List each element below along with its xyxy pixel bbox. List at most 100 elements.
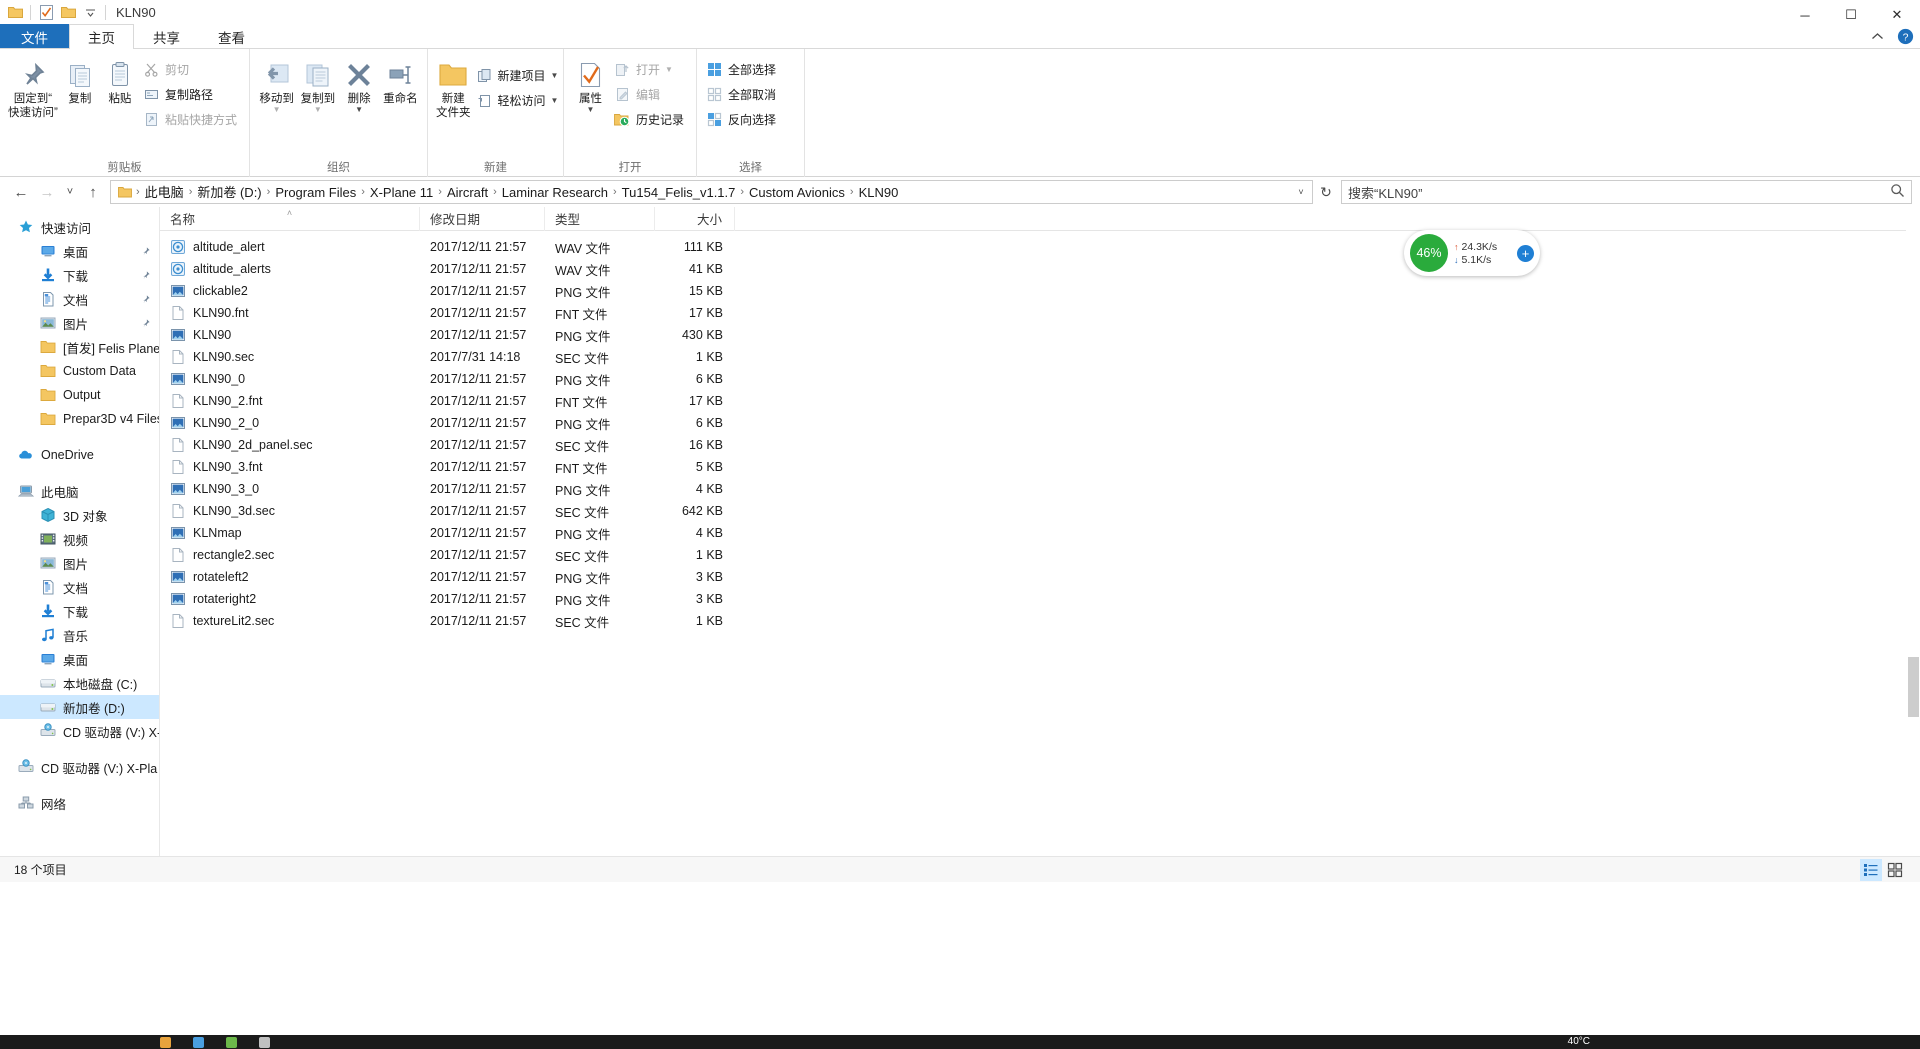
new-item-caret-icon[interactable]: ▼ bbox=[551, 71, 559, 80]
table-row[interactable]: altitude_alert 2017/12/11 21:57 WAV 文件 111 … bbox=[160, 236, 1920, 258]
invert-selection-button[interactable]: 反向选择 bbox=[703, 107, 782, 132]
file-list-pane[interactable]: ˄ 名称 修改日期 类型 大小 altitude_alert 2017/12/11… bbox=[160, 207, 1920, 856]
sidebar-item-felis-planes[interactable]: [首发] Felis Planes bbox=[0, 335, 159, 359]
sidebar-item-downloads-pc[interactable]: 下载 bbox=[0, 599, 159, 623]
table-row[interactable]: KLN90.fnt 2017/12/11 21:57 FNT 文件 17 KB bbox=[160, 302, 1920, 324]
navigation-pane[interactable]: 快速访问 桌面 下载 文档 图片 [首发] Felis Planes Custom Data… bbox=[0, 207, 160, 856]
sidebar-item-prepar3d[interactable]: Prepar3D v4 Files bbox=[0, 407, 159, 431]
table-row[interactable]: textureLit2.sec 2017/12/11 21:57 SEC 文件 1 K… bbox=[160, 610, 1920, 632]
table-row[interactable]: KLNmap 2017/12/11 21:57 PNG 文件 4 KB bbox=[160, 522, 1920, 544]
properties-check-icon[interactable] bbox=[35, 1, 57, 23]
vertical-scrollbar[interactable] bbox=[1906, 207, 1920, 856]
details-view-icon[interactable] bbox=[1860, 858, 1882, 881]
network-speed-widget[interactable]: 46% ↑ 24.3K/s ↓ 5.1K/s + bbox=[1404, 230, 1540, 276]
sidebar-item-custom-data[interactable]: Custom Data bbox=[0, 359, 159, 383]
table-row[interactable]: KLN90_0 2017/12/11 21:57 PNG 文件 6 KB bbox=[160, 368, 1920, 390]
taskbar-icon-3[interactable] bbox=[226, 1036, 237, 1048]
breadcrumb-item-5[interactable]: Laminar Research bbox=[498, 182, 612, 203]
sidebar-item-music[interactable]: 音乐 bbox=[0, 623, 159, 647]
column-header-name[interactable]: ˄ 名称 bbox=[160, 207, 420, 231]
sidebar-item-cd-drive-v-root[interactable]: CD 驱动器 (V:) X-Pla bbox=[0, 755, 159, 779]
taskbar-icon-2[interactable] bbox=[193, 1036, 204, 1048]
table-row[interactable]: KLN90_3d.sec 2017/12/11 21:57 SEC 文件 642 KB bbox=[160, 500, 1920, 522]
move-to-caret-icon[interactable]: ▼ bbox=[273, 106, 281, 114]
copy-to-button[interactable]: 复制到 ▼ bbox=[297, 55, 338, 117]
sidebar-item-local-disk-c[interactable]: 本地磁盘 (C:) bbox=[0, 671, 159, 695]
open-button[interactable]: 打开 ▼ bbox=[611, 57, 690, 82]
collapse-ribbon-icon[interactable] bbox=[1868, 28, 1886, 46]
tab-view[interactable]: 查看 bbox=[199, 24, 264, 48]
tab-file[interactable]: 文件 bbox=[0, 24, 69, 48]
breadcrumb-item-2[interactable]: Program Files bbox=[271, 182, 360, 203]
breadcrumb-item-3[interactable]: X-Plane 11 bbox=[366, 182, 437, 203]
delete-button[interactable]: 删除 ▼ bbox=[339, 55, 380, 117]
table-row[interactable]: KLN90_2_0 2017/12/11 21:57 PNG 文件 6 KB bbox=[160, 412, 1920, 434]
sidebar-item-3d-objects[interactable]: 3D 对象 bbox=[0, 503, 159, 527]
select-none-button[interactable]: 全部取消 bbox=[703, 82, 782, 107]
new-folder-icon[interactable] bbox=[57, 1, 79, 23]
sidebar-item-network[interactable]: 网络 bbox=[0, 791, 159, 815]
pin-to-quick-access-button[interactable]: 固定到“ 快速访问” bbox=[6, 55, 60, 123]
sidebar-item-onedrive[interactable]: OneDrive bbox=[0, 443, 159, 467]
folder-icon[interactable] bbox=[4, 1, 26, 23]
forward-button[interactable]: → bbox=[34, 179, 60, 205]
large-icons-view-icon[interactable] bbox=[1884, 859, 1906, 881]
copy-button[interactable]: 复制 bbox=[60, 55, 100, 109]
new-item-button[interactable]: 新建项目 ▼ bbox=[473, 63, 565, 88]
sidebar-item-quick-access[interactable]: 快速访问 bbox=[0, 215, 159, 239]
easy-access-button[interactable]: 轻松访问 ▼ bbox=[473, 88, 565, 113]
paste-shortcut-button[interactable]: 粘贴快捷方式 bbox=[140, 107, 243, 132]
taskbar-icon-4[interactable] bbox=[259, 1036, 270, 1048]
table-row[interactable]: clickable2 2017/12/11 21:57 PNG 文件 15 KB bbox=[160, 280, 1920, 302]
properties-caret-icon[interactable]: ▼ bbox=[587, 106, 595, 114]
search-icon[interactable] bbox=[1890, 183, 1905, 201]
delete-caret-icon[interactable]: ▼ bbox=[355, 106, 363, 114]
select-all-button[interactable]: 全部选择 bbox=[703, 57, 782, 82]
history-button[interactable]: 历史记录 bbox=[611, 107, 690, 132]
search-input[interactable]: 搜索“KLN90” bbox=[1341, 180, 1912, 204]
column-header-date[interactable]: 修改日期 bbox=[420, 207, 545, 231]
pin-icon[interactable] bbox=[140, 246, 151, 257]
cut-button[interactable]: 剪切 bbox=[140, 57, 243, 82]
sidebar-item-this-pc[interactable]: 此电脑 bbox=[0, 479, 159, 503]
table-row[interactable]: altitude_alerts 2017/12/11 21:57 WAV 文件 41 … bbox=[160, 258, 1920, 280]
sidebar-item-documents-pc[interactable]: 文档 bbox=[0, 575, 159, 599]
table-row[interactable]: KLN90 2017/12/11 21:57 PNG 文件 430 KB bbox=[160, 324, 1920, 346]
breadcrumb-item-6[interactable]: Tu154_Felis_v1.1.7 bbox=[618, 182, 740, 203]
expand-widget-button[interactable]: + bbox=[1517, 244, 1534, 262]
sidebar-item-documents[interactable]: 文档 bbox=[0, 287, 159, 311]
sidebar-item-output[interactable]: Output bbox=[0, 383, 159, 407]
sidebar-item-desktop-pc[interactable]: 桌面 bbox=[0, 647, 159, 671]
taskbar-icon-1[interactable] bbox=[160, 1036, 171, 1048]
table-row[interactable]: KLN90_3.fnt 2017/12/11 21:57 FNT 文件 5 KB bbox=[160, 456, 1920, 478]
tab-home[interactable]: 主页 bbox=[69, 24, 134, 49]
customize-qat-chevron-icon[interactable] bbox=[79, 1, 101, 23]
table-row[interactable]: KLN90_2.fnt 2017/12/11 21:57 FNT 文件 17 KB bbox=[160, 390, 1920, 412]
properties-button[interactable]: 属性 ▼ bbox=[570, 55, 611, 117]
sidebar-item-desktop[interactable]: 桌面 bbox=[0, 239, 159, 263]
recent-locations-button[interactable]: ˅ bbox=[60, 179, 80, 205]
sidebar-item-downloads[interactable]: 下载 bbox=[0, 263, 159, 287]
sidebar-item-cd-drive-v[interactable]: CD 驱动器 (V:) X-Pl bbox=[0, 719, 159, 743]
breadcrumb-item-0[interactable]: 此电脑 bbox=[141, 182, 188, 203]
address-dropdown-icon[interactable]: ˅ bbox=[1292, 187, 1310, 197]
column-header-type[interactable]: 类型 bbox=[545, 207, 655, 231]
rename-button[interactable]: 重命名 bbox=[380, 55, 421, 109]
breadcrumb-item-8[interactable]: KLN90 bbox=[855, 182, 903, 203]
copy-path-button[interactable]: 复制路径 bbox=[140, 82, 243, 107]
sidebar-item-new-volume-d[interactable]: 新加卷 (D:) bbox=[0, 695, 159, 719]
open-caret-icon[interactable]: ▼ bbox=[665, 65, 673, 74]
pin-icon[interactable] bbox=[140, 318, 151, 329]
table-row[interactable]: rotateleft2 2017/12/11 21:57 PNG 文件 3 KB bbox=[160, 566, 1920, 588]
new-folder-button[interactable]: 新建 文件夹 bbox=[434, 55, 473, 123]
table-row[interactable]: KLN90_3_0 2017/12/11 21:57 PNG 文件 4 KB bbox=[160, 478, 1920, 500]
breadcrumb-item-1[interactable]: 新加卷 (D:) bbox=[193, 182, 265, 203]
table-row[interactable]: rectangle2.sec 2017/12/11 21:57 SEC 文件 1 KB bbox=[160, 544, 1920, 566]
back-button[interactable]: ← bbox=[8, 179, 34, 205]
pin-icon[interactable] bbox=[140, 294, 151, 305]
table-row[interactable]: KLN90.sec 2017/7/31 14:18 SEC 文件 1 KB bbox=[160, 346, 1920, 368]
sidebar-item-pictures[interactable]: 图片 bbox=[0, 311, 159, 335]
sidebar-item-pictures-pc[interactable]: 图片 bbox=[0, 551, 159, 575]
move-to-button[interactable]: 移动到 ▼ bbox=[256, 55, 297, 117]
column-header-size[interactable]: 大小 bbox=[655, 207, 735, 231]
